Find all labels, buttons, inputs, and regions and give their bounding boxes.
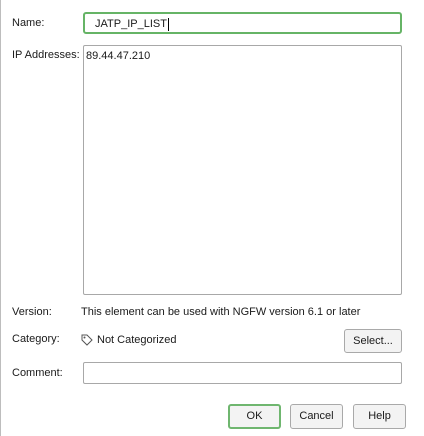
help-button[interactable]: Help — [353, 404, 406, 429]
ok-button[interactable]: OK — [228, 404, 281, 429]
ip-addresses-textarea[interactable]: 89.44.47.210 — [83, 45, 402, 295]
ip-addresses-label: IP Addresses: — [12, 49, 80, 61]
version-info-text: This element can be used with NGFW versi… — [81, 306, 361, 318]
category-label: Category: — [12, 333, 60, 345]
category-value: Not Categorized — [81, 333, 177, 347]
name-input[interactable]: JATP_IP_LIST — [83, 12, 402, 34]
comment-input[interactable] — [83, 362, 402, 384]
window-left-edge — [0, 0, 1, 436]
cancel-button[interactable]: Cancel — [290, 404, 343, 429]
text-caret — [167, 17, 169, 31]
select-category-button[interactable]: Select... — [344, 329, 402, 353]
name-value: JATP_IP_LIST — [95, 18, 167, 30]
comment-label: Comment: — [12, 367, 63, 379]
ip-address-entry: 89.44.47.210 — [86, 50, 151, 62]
tag-icon — [81, 334, 93, 346]
version-label: Version: — [12, 306, 52, 318]
name-label: Name: — [12, 17, 45, 29]
category-value-text: Not Categorized — [97, 334, 177, 346]
